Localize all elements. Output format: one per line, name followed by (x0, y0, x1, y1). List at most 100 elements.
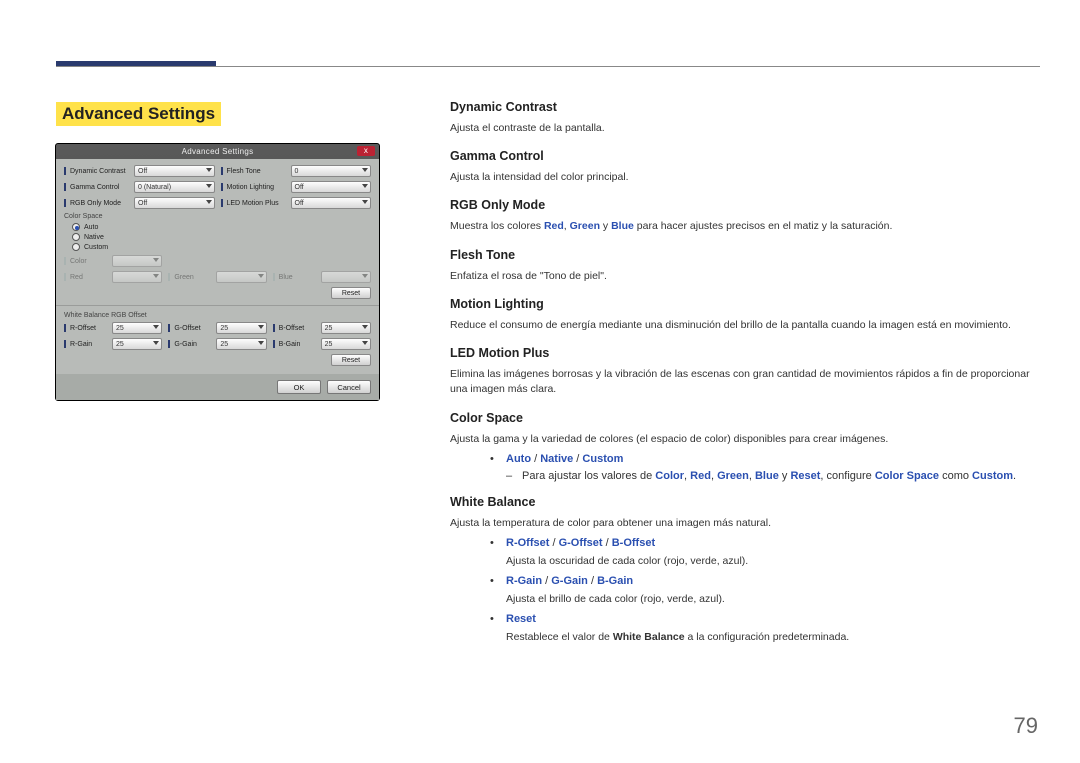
label-b-gain: B-Gain (279, 341, 317, 348)
label-rgb-only-mode: RGB Only Mode (70, 200, 130, 207)
desc-color-space: Ajusta la gama y la variedad de colores … (450, 432, 1038, 447)
heading-color-space: Color Space (450, 411, 1038, 425)
radio-icon (72, 233, 80, 241)
dropdown-b-offset[interactable]: 25 (321, 322, 371, 334)
header-rule (56, 66, 1040, 67)
radio-native[interactable]: Native (72, 233, 371, 241)
dropdown-flesh-tone[interactable]: 0 (291, 165, 372, 177)
radio-native-label: Native (84, 234, 104, 241)
desc-flesh-tone: Enfatiza el rosa de "Tono de piel". (450, 269, 1038, 284)
chevron-down-icon (362, 274, 368, 278)
chevron-down-icon (362, 341, 368, 345)
chevron-down-icon (153, 341, 159, 345)
radio-custom[interactable]: Custom (72, 243, 371, 251)
dialog-title-text: Advanced Settings (182, 147, 254, 156)
chevron-down-icon (362, 325, 368, 329)
dropdown-g-gain[interactable]: 25 (216, 338, 266, 350)
dropdown-custom-color (112, 255, 162, 267)
dash-color-space-note: ‒ Para ajustar los valores de Color, Red… (506, 470, 1038, 482)
dropdown-b-gain[interactable]: 25 (321, 338, 371, 350)
heading-rgb-only-mode: RGB Only Mode (450, 198, 1038, 212)
heading-gamma-control: Gamma Control (450, 149, 1038, 163)
chevron-down-icon (258, 274, 264, 278)
desc-wb-offset: Ajusta la oscuridad de cada color (rojo,… (506, 554, 1038, 569)
desc-led-motion-plus: Elimina las imágenes borrosas y la vibra… (450, 367, 1038, 397)
dropdown-led-motion-plus[interactable]: Off (291, 197, 372, 209)
chevron-down-icon (362, 200, 368, 204)
sect-rgb-only-mode: RGB Only Mode Muestra los colores Red, G… (450, 198, 1038, 234)
label-dynamic-contrast: Dynamic Contrast (70, 168, 130, 175)
desc-white-balance: Ajusta la temperatura de color para obte… (450, 516, 1038, 531)
label-custom-red: Red (70, 274, 108, 281)
sect-gamma-control: Gamma Control Ajusta la intensidad del c… (450, 149, 1038, 185)
group-white-balance: White Balance RGB Offset (64, 312, 371, 319)
label-r-offset: R-Offset (70, 325, 108, 332)
bullet-wb-reset: • Reset (490, 613, 1038, 625)
bullet-wb-gain: • R-Gain / G-Gain / B-Gain (490, 575, 1038, 587)
chevron-down-icon (362, 184, 368, 188)
label-flesh-tone: Flesh Tone (227, 168, 287, 175)
sect-color-space: Color Space Ajusta la gama y la variedad… (450, 411, 1038, 482)
dialog-footer: OK Cancel (56, 374, 379, 400)
radio-auto-label: Auto (84, 224, 98, 231)
label-r-gain: R-Gain (70, 341, 108, 348)
advanced-settings-dialog: Advanced Settings x Dynamic ContrastOff … (55, 143, 380, 401)
reset-color-space-button[interactable]: Reset (331, 287, 371, 299)
dialog-title: Advanced Settings x (56, 144, 379, 159)
desc-wb-gain: Ajusta el brillo de cada color (rojo, ve… (506, 592, 1038, 607)
section-heading: Advanced Settings (56, 102, 221, 126)
dropdown-r-gain[interactable]: 25 (112, 338, 162, 350)
heading-dynamic-contrast: Dynamic Contrast (450, 100, 1038, 114)
chevron-down-icon (258, 341, 264, 345)
page-number: 79 (1014, 713, 1038, 739)
dropdown-gamma-control[interactable]: 0 (Natural) (134, 181, 215, 193)
radio-icon (72, 243, 80, 251)
label-custom-green: Green (174, 274, 212, 281)
sect-motion-lighting: Motion Lighting Reduce el consumo de ene… (450, 297, 1038, 333)
desc-motion-lighting: Reduce el consumo de energía mediante un… (450, 318, 1038, 333)
sect-white-balance: White Balance Ajusta la temperatura de c… (450, 495, 1038, 646)
label-b-offset: B-Offset (279, 325, 317, 332)
bullet-color-space-options: • Auto / Native / Custom (490, 453, 1038, 465)
sect-led-motion-plus: LED Motion Plus Elimina las imágenes bor… (450, 346, 1038, 397)
heading-motion-lighting: Motion Lighting (450, 297, 1038, 311)
label-custom-blue: Blue (279, 274, 317, 281)
chevron-down-icon (153, 258, 159, 262)
radio-icon (72, 223, 80, 231)
desc-rgb-only-mode: Muestra los colores Red, Green y Blue pa… (450, 219, 1038, 234)
heading-flesh-tone: Flesh Tone (450, 248, 1038, 262)
chevron-down-icon (206, 168, 212, 172)
ok-button[interactable]: OK (277, 380, 321, 394)
group-color-space: Color Space (64, 213, 371, 220)
radio-custom-label: Custom (84, 244, 108, 251)
radio-auto[interactable]: Auto (72, 223, 371, 231)
chevron-down-icon (206, 200, 212, 204)
label-g-offset: G-Offset (174, 325, 212, 332)
desc-dynamic-contrast: Ajusta el contraste de la pantalla. (450, 121, 1038, 136)
dropdown-custom-red (112, 271, 162, 283)
dropdown-custom-green (216, 271, 266, 283)
close-icon[interactable]: x (357, 146, 375, 156)
dropdown-rgb-only-mode[interactable]: Off (134, 197, 215, 209)
desc-gamma-control: Ajusta la intensidad del color principal… (450, 170, 1038, 185)
dialog-body: Dynamic ContrastOff Flesh Tone0 Gamma Co… (56, 159, 379, 374)
dropdown-g-offset[interactable]: 25 (216, 322, 266, 334)
desc-wb-reset: Restablece el valor de White Balance a l… (506, 630, 1038, 645)
dropdown-dynamic-contrast[interactable]: Off (134, 165, 215, 177)
label-custom-color: Color (70, 258, 108, 265)
chevron-down-icon (206, 184, 212, 188)
reset-white-balance-button[interactable]: Reset (331, 354, 371, 366)
heading-white-balance: White Balance (450, 495, 1038, 509)
label-g-gain: G-Gain (174, 341, 212, 348)
sect-flesh-tone: Flesh Tone Enfatiza el rosa de "Tono de … (450, 248, 1038, 284)
chevron-down-icon (258, 325, 264, 329)
dropdown-r-offset[interactable]: 25 (112, 322, 162, 334)
dropdown-custom-blue (321, 271, 371, 283)
cancel-button[interactable]: Cancel (327, 380, 371, 394)
sect-dynamic-contrast: Dynamic Contrast Ajusta el contraste de … (450, 100, 1038, 136)
bullet-wb-offset: • R-Offset / G-Offset / B-Offset (490, 537, 1038, 549)
dropdown-motion-lighting[interactable]: Off (291, 181, 372, 193)
description-column: Dynamic Contrast Ajusta el contraste de … (450, 100, 1038, 659)
chevron-down-icon (153, 325, 159, 329)
chevron-down-icon (153, 274, 159, 278)
